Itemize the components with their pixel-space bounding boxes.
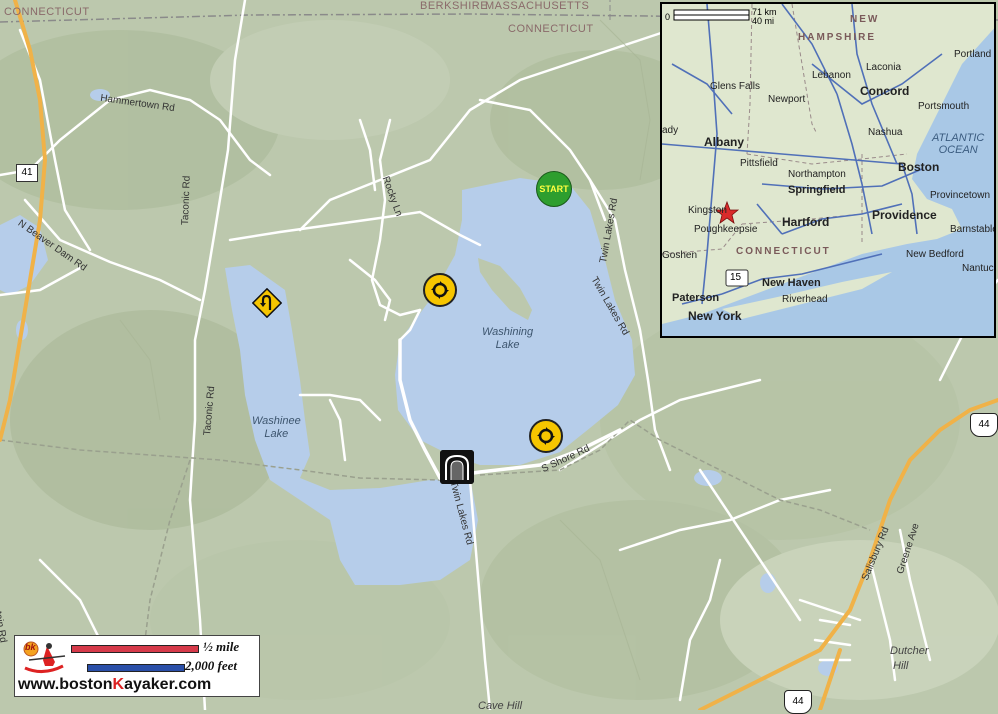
- inset-city-concord: Concord: [860, 84, 910, 98]
- inset-city-portland: Portland: [954, 49, 992, 60]
- lake-label-washining: Washining Lake: [482, 326, 533, 352]
- tunnel-icon[interactable]: [440, 450, 474, 484]
- place-label-cave-hill: Cave Hill: [478, 700, 523, 712]
- inset-city-hartford: Hartford: [782, 215, 830, 229]
- inset-city-pittsfield: Pittsfield: [740, 158, 778, 169]
- inset-city-nashua: Nashua: [868, 127, 903, 138]
- inset-city-albany: Albany: [704, 135, 745, 149]
- inset-scale-mi: 40 mi: [752, 16, 775, 26]
- start-icon[interactable]: START: [536, 171, 572, 207]
- inset-city-goshen: Goshen: [662, 250, 698, 261]
- road-label-taconic-north: Taconic Rd: [180, 175, 193, 226]
- inset-city-new-haven: New Haven: [762, 277, 821, 289]
- lake-name: Washining: [482, 326, 534, 338]
- inset-city-laconia: Laconia: [866, 62, 902, 73]
- url-k: K: [112, 676, 125, 693]
- inset-city-barnstable: Barnstable: [950, 224, 996, 235]
- ocean-word: ATLANTIC: [932, 132, 985, 144]
- us-44-shield-top: 44: [970, 413, 998, 437]
- state-label-massachusetts: MASSACHUSETTS: [485, 0, 590, 12]
- lake-label-washinee: Washinee Lake: [252, 415, 301, 441]
- inset-city-portsmouth: Portsmouth: [918, 101, 970, 112]
- roundabout-icon[interactable]: [423, 273, 457, 307]
- us-44-shield-bottom: 44: [784, 690, 812, 714]
- website-url[interactable]: www.bostonKayaker.com: [18, 676, 211, 694]
- inset-route-15: 15: [730, 272, 742, 283]
- inset-city-providence: Providence: [872, 208, 937, 222]
- lake-name: Washinee: [252, 415, 301, 427]
- inset-city-lebanon: Lebanon: [812, 70, 851, 81]
- lake-suffix: Lake: [495, 339, 520, 351]
- scale-bar-mile: [71, 645, 199, 653]
- inset-city-boston: Boston: [898, 160, 940, 174]
- inset-state-connecticut: CONNECTICUT: [736, 246, 831, 257]
- place-label-hill: Hill: [893, 660, 909, 672]
- inset-city-new-york: New York: [688, 309, 742, 323]
- inset-city-northampton: Northampton: [788, 169, 846, 180]
- inset-city-glens-falls: Glens Falls: [710, 81, 761, 92]
- inset-city-schenectady: ady: [662, 125, 679, 136]
- scale-label-feet: 2,000 feet: [185, 658, 237, 673]
- inset-state-hampshire: HAMPSHIRE: [798, 32, 877, 43]
- lake-suffix: Lake: [264, 428, 289, 440]
- u-turn-icon[interactable]: [252, 288, 282, 318]
- place-label-dutcher: Dutcher: [890, 645, 929, 657]
- inset-city-paterson: Paterson: [672, 292, 720, 304]
- inset-city-poughkeepsie: Poughkeepsie: [694, 224, 758, 235]
- url-suffix: ayaker.com: [124, 676, 212, 693]
- inset-city-new-bedford: New Bedford: [906, 249, 964, 260]
- route-41-shield: 41: [16, 164, 38, 182]
- state-label-berkshire: BERKSHIRE: [420, 0, 489, 12]
- inset-state-new: NEW: [850, 14, 880, 25]
- scale-bar-feet: [87, 664, 185, 672]
- inset-city-riverhead: Riverhead: [782, 294, 828, 305]
- scale-label-mile: ½ mile: [203, 639, 240, 654]
- state-label-connecticut: CONNECTICUT: [508, 23, 594, 35]
- logo-text: bk: [25, 642, 36, 652]
- inset-city-nantuc: Nantuc: [962, 263, 994, 274]
- scale-legend: bk ½ mile 2,000 feet www.bostonKayaker.c…: [14, 635, 260, 697]
- url-prefix: www.boston: [18, 676, 113, 693]
- roundabout-icon[interactable]: [529, 419, 563, 453]
- inset-city-kingston: Kingston: [688, 205, 727, 216]
- inset-scale-zero: 0: [665, 12, 671, 22]
- state-label-connecticut-west: CONNECTICUT: [4, 6, 90, 18]
- pond: [760, 573, 776, 593]
- kayaker-logo: bk: [19, 640, 67, 678]
- inset-city-springfield: Springfield: [788, 184, 846, 196]
- ocean-word: OCEAN: [938, 144, 978, 156]
- inset-map[interactable]: 0 71 km 40 mi 15 NEW HAMPSHIRE CONNECTIC…: [660, 2, 996, 338]
- inset-city-newport: Newport: [768, 94, 806, 105]
- inset-city-provincetown: Provincetown: [930, 190, 991, 201]
- inset-ocean-label: ATLANTIC OCEAN: [932, 132, 984, 156]
